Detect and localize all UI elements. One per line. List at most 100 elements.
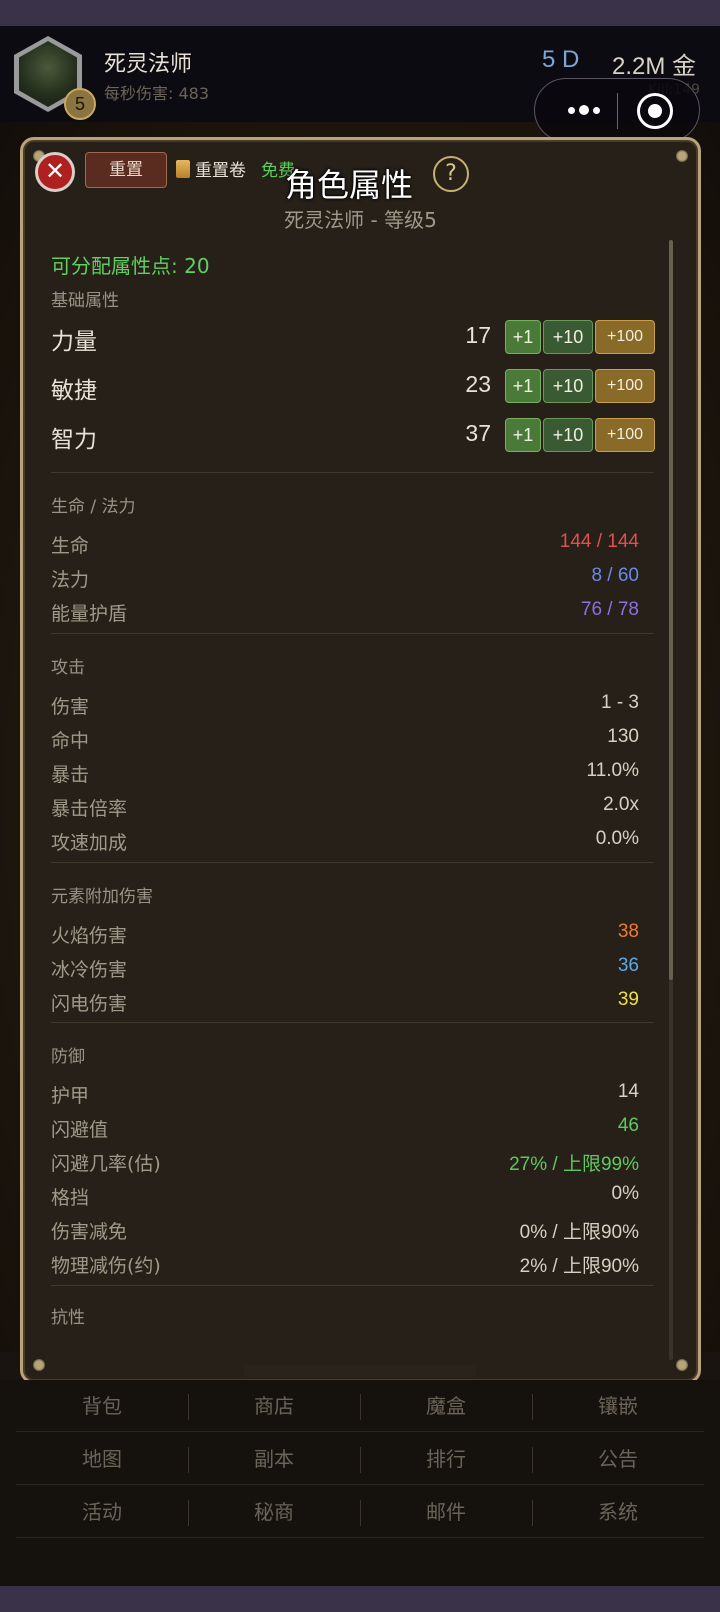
stat-value: 14 [617,1081,639,1102]
stat-value: 0% / 上限90% [519,1222,639,1243]
stat-name: 暴击 [51,764,90,786]
attr-row-intelligence: 智力 37 +1 +10 +100 [51,418,655,454]
bottom-nav: 背包 商店 魔盒 镶嵌 地图 副本 排行 公告 活动 秘商 邮件 系统 [0,1380,720,1586]
stat-value: 0% [611,1183,639,1204]
stat-name: 命中 [51,730,90,752]
nav-item-socket[interactable]: 镶嵌 [532,1380,704,1432]
stat-name: 闪避几率(估) [51,1153,161,1175]
nav-item-secret-merchant[interactable]: 秘商 [188,1486,360,1538]
stat-name: 生命 [51,535,90,557]
plus100-button[interactable]: +100 [595,418,655,452]
section-label-defense: 防御 [51,1047,85,1067]
plus1-button[interactable]: +1 [505,418,541,452]
section-label-resist: 抗性 [51,1308,85,1328]
nav-item-ranking[interactable]: 排行 [360,1433,532,1485]
status-strip-bottom [0,1586,720,1612]
stat-row-evasion-chance: 闪避几率(估) 27% / 上限99% [51,1149,639,1175]
nav-row: 活动 秘商 邮件 系统 [16,1486,704,1538]
nav-item-magic-box[interactable]: 魔盒 [360,1380,532,1432]
scroll-icon [176,160,190,178]
stat-value: 11.0% [586,760,639,781]
plus100-button[interactable]: +100 [595,320,655,354]
available-points: 可分配属性点: 20 [51,254,210,278]
corner-rivet [676,1359,688,1371]
stat-row-damage: 伤害 1 - 3 [51,692,639,718]
nav-row: 背包 商店 魔盒 镶嵌 [16,1380,704,1432]
nav-item-notice[interactable]: 公告 [532,1433,704,1485]
stat-name: 物理减伤(约) [51,1255,161,1277]
plus1-button[interactable]: +1 [505,320,541,354]
stat-row-attack-speed: 攻速加成 0.0% [51,828,639,854]
stat-value: 1 - 3 [600,692,639,713]
stat-name: 火焰伤害 [51,925,128,947]
stat-row-mana: 法力 8 / 60 [51,565,639,591]
nav-item-dungeon[interactable]: 副本 [188,1433,360,1485]
attr-value: 23 [465,371,491,397]
stat-name: 闪电伤害 [51,993,128,1015]
stat-row-life: 生命 144 / 144 [51,531,639,557]
stat-name: 伤害 [51,696,90,718]
stat-row-physical-reduction: 物理减伤(约) 2% / 上限90% [51,1251,639,1277]
stat-value: 38 [617,921,639,942]
dps-text: 每秒伤害: 483 [104,84,210,103]
character-name: 死灵法师 [104,52,193,77]
scrollbar-thumb[interactable] [669,240,673,980]
nav-item-map[interactable]: 地图 [16,1433,188,1485]
stat-name: 法力 [51,569,90,591]
close-miniprogram-icon[interactable] [637,93,673,129]
stat-value: 2.0x [603,794,639,815]
stat-row-crit-multiplier: 暴击倍率 2.0x [51,794,639,820]
stat-value: 27% / 上限99% [509,1154,639,1175]
nav-item-bag[interactable]: 背包 [16,1380,188,1432]
stat-name: 伤害减免 [51,1221,128,1243]
stat-value: 130 [607,726,639,747]
help-button[interactable]: ? [433,156,469,192]
capsule-divider [617,93,618,129]
plus10-button[interactable]: +10 [543,369,593,403]
stat-name: 格挡 [51,1187,90,1209]
corner-rivet [676,150,688,162]
stat-row-damage-reduction: 伤害减免 0% / 上限90% [51,1217,639,1243]
attr-name: 智力 [51,427,97,453]
plus10-button[interactable]: +10 [543,418,593,452]
plus10-button[interactable]: +10 [543,320,593,354]
stat-row-fire: 火焰伤害 38 [51,921,639,947]
stat-row-evasion: 闪避值 46 [51,1115,639,1141]
panel-handle [244,1365,476,1377]
stat-name: 攻速加成 [51,832,128,854]
stat-value: 0.0% [595,828,639,849]
reset-scroll-label: 重置卷 [195,161,246,181]
section-divider [51,862,654,863]
stat-row-cold: 冰冷伤害 36 [51,955,639,981]
nav-item-mail[interactable]: 邮件 [360,1486,532,1538]
section-label-basic: 基础属性 [51,291,119,311]
attributes-panel: ✕ 重置 重置卷 免费 角色属性 ? 死灵法师 - 等级5 可分配属性点: 20… [20,137,701,1384]
panel-title: 角色属性 [285,166,414,204]
avatar[interactable]: 5 [14,36,96,120]
more-menu-icon[interactable] [553,79,615,141]
stat-row-armor: 护甲 14 [51,1081,639,1107]
section-divider [51,472,654,473]
reset-button[interactable]: 重置 [85,152,167,188]
plus1-button[interactable]: +1 [505,369,541,403]
panel-subtitle: 死灵法师 - 等级5 [284,208,437,232]
stat-row-accuracy: 命中 130 [51,726,639,752]
stat-name: 闪避值 [51,1119,109,1141]
close-button[interactable]: ✕ [35,152,75,192]
stat-row-lightning: 闪电伤害 39 [51,989,639,1015]
nav-item-system[interactable]: 系统 [532,1486,704,1538]
stat-name: 护甲 [51,1085,90,1107]
stat-value: 36 [617,955,639,976]
stat-value: 46 [617,1115,639,1136]
stat-value: 2% / 上限90% [519,1256,639,1277]
stat-name: 暴击倍率 [51,798,128,820]
section-divider [51,1022,654,1023]
stat-name: 冰冷伤害 [51,959,128,981]
nav-item-shop[interactable]: 商店 [188,1380,360,1432]
nav-item-events[interactable]: 活动 [16,1486,188,1538]
stat-value: 39 [617,989,639,1010]
section-divider [51,633,654,634]
plus100-button[interactable]: +100 [595,369,655,403]
section-label-attack: 攻击 [51,658,85,678]
attr-value: 37 [465,420,491,446]
